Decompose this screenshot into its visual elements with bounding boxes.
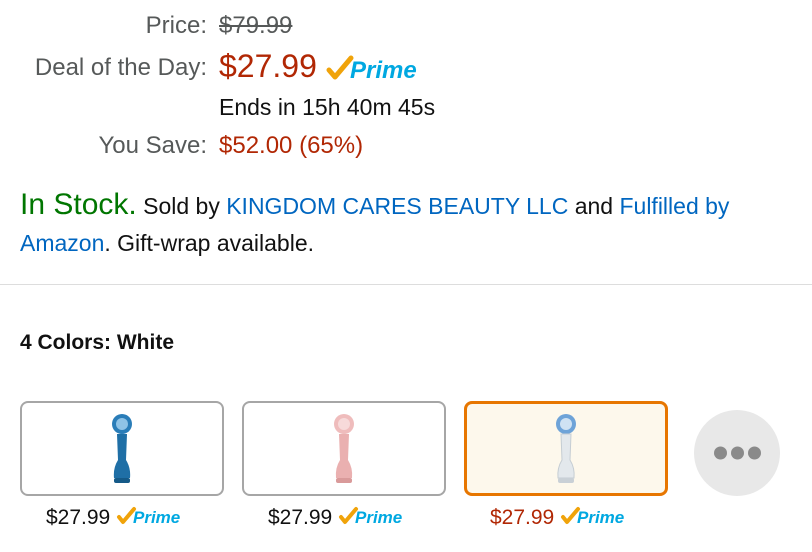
color-swatch-pink[interactable] [242,401,446,496]
gift-wrap-text: . Gift-wrap available. [104,230,315,256]
cleansing-brush-blue-image [112,413,132,483]
savings-value: $52.00 (65%) [219,132,364,159]
cleansing-brush-white-image [556,413,576,483]
swatch-price-pink: $27.99 Prime [268,506,414,530]
and-text: and [574,193,614,219]
deal-label: Deal of the Day: [34,54,207,81]
sold-by-text: Sold by [143,193,220,219]
swatch-price-white: $27.99 Prime [490,506,636,530]
list-price-label: Price: [145,12,207,39]
prime-check-icon: Prime [339,507,402,527]
seller-link[interactable]: KINGDOM CARES BEAUTY LLC [226,193,568,219]
prime-check-icon: Prime [326,55,417,84]
stock-status: In Stock. [20,188,137,221]
color-selection-label: 4 Colors: White [20,331,175,354]
savings-row: You Save: $52.00 (65%) [0,132,812,168]
swatch-price-value: $27.99 [268,506,333,529]
deal-price: $27.99 [219,48,317,84]
swatch-price-blue: $27.99 Prime [46,506,192,530]
deal-price-row: Deal of the Day: $27.99 Prime [0,48,812,92]
section-divider [0,284,812,285]
savings-label: You Save: [98,132,207,159]
deal-countdown: Ends in 15h 40m 45s [219,94,436,120]
color-swatch-blue[interactable] [20,401,224,496]
cleansing-brush-pink-image [334,413,354,483]
list-price-row: Price: $79.99 [0,10,812,46]
prime-check-icon: Prime [117,507,180,527]
swatch-price-value: $27.99 [490,506,555,529]
prime-badge: Prime [325,55,431,90]
swatch-price-value: $27.99 [46,506,111,529]
more-colors-button[interactable] [694,410,780,496]
color-swatch-white[interactable] [464,401,668,496]
availability: In Stock. Sold by KINGDOM CARES BEAUTY L… [20,186,800,262]
prime-check-icon: Prime [561,507,624,527]
list-price-value: $79.99 [219,12,293,39]
svg-text:Prime: Prime [577,508,624,527]
deal-timer-row: Ends in 15h 40m 45s [0,94,812,130]
svg-text:Prime: Prime [133,508,180,527]
svg-text:Prime: Prime [355,508,402,527]
svg-text:Prime: Prime [350,57,417,84]
